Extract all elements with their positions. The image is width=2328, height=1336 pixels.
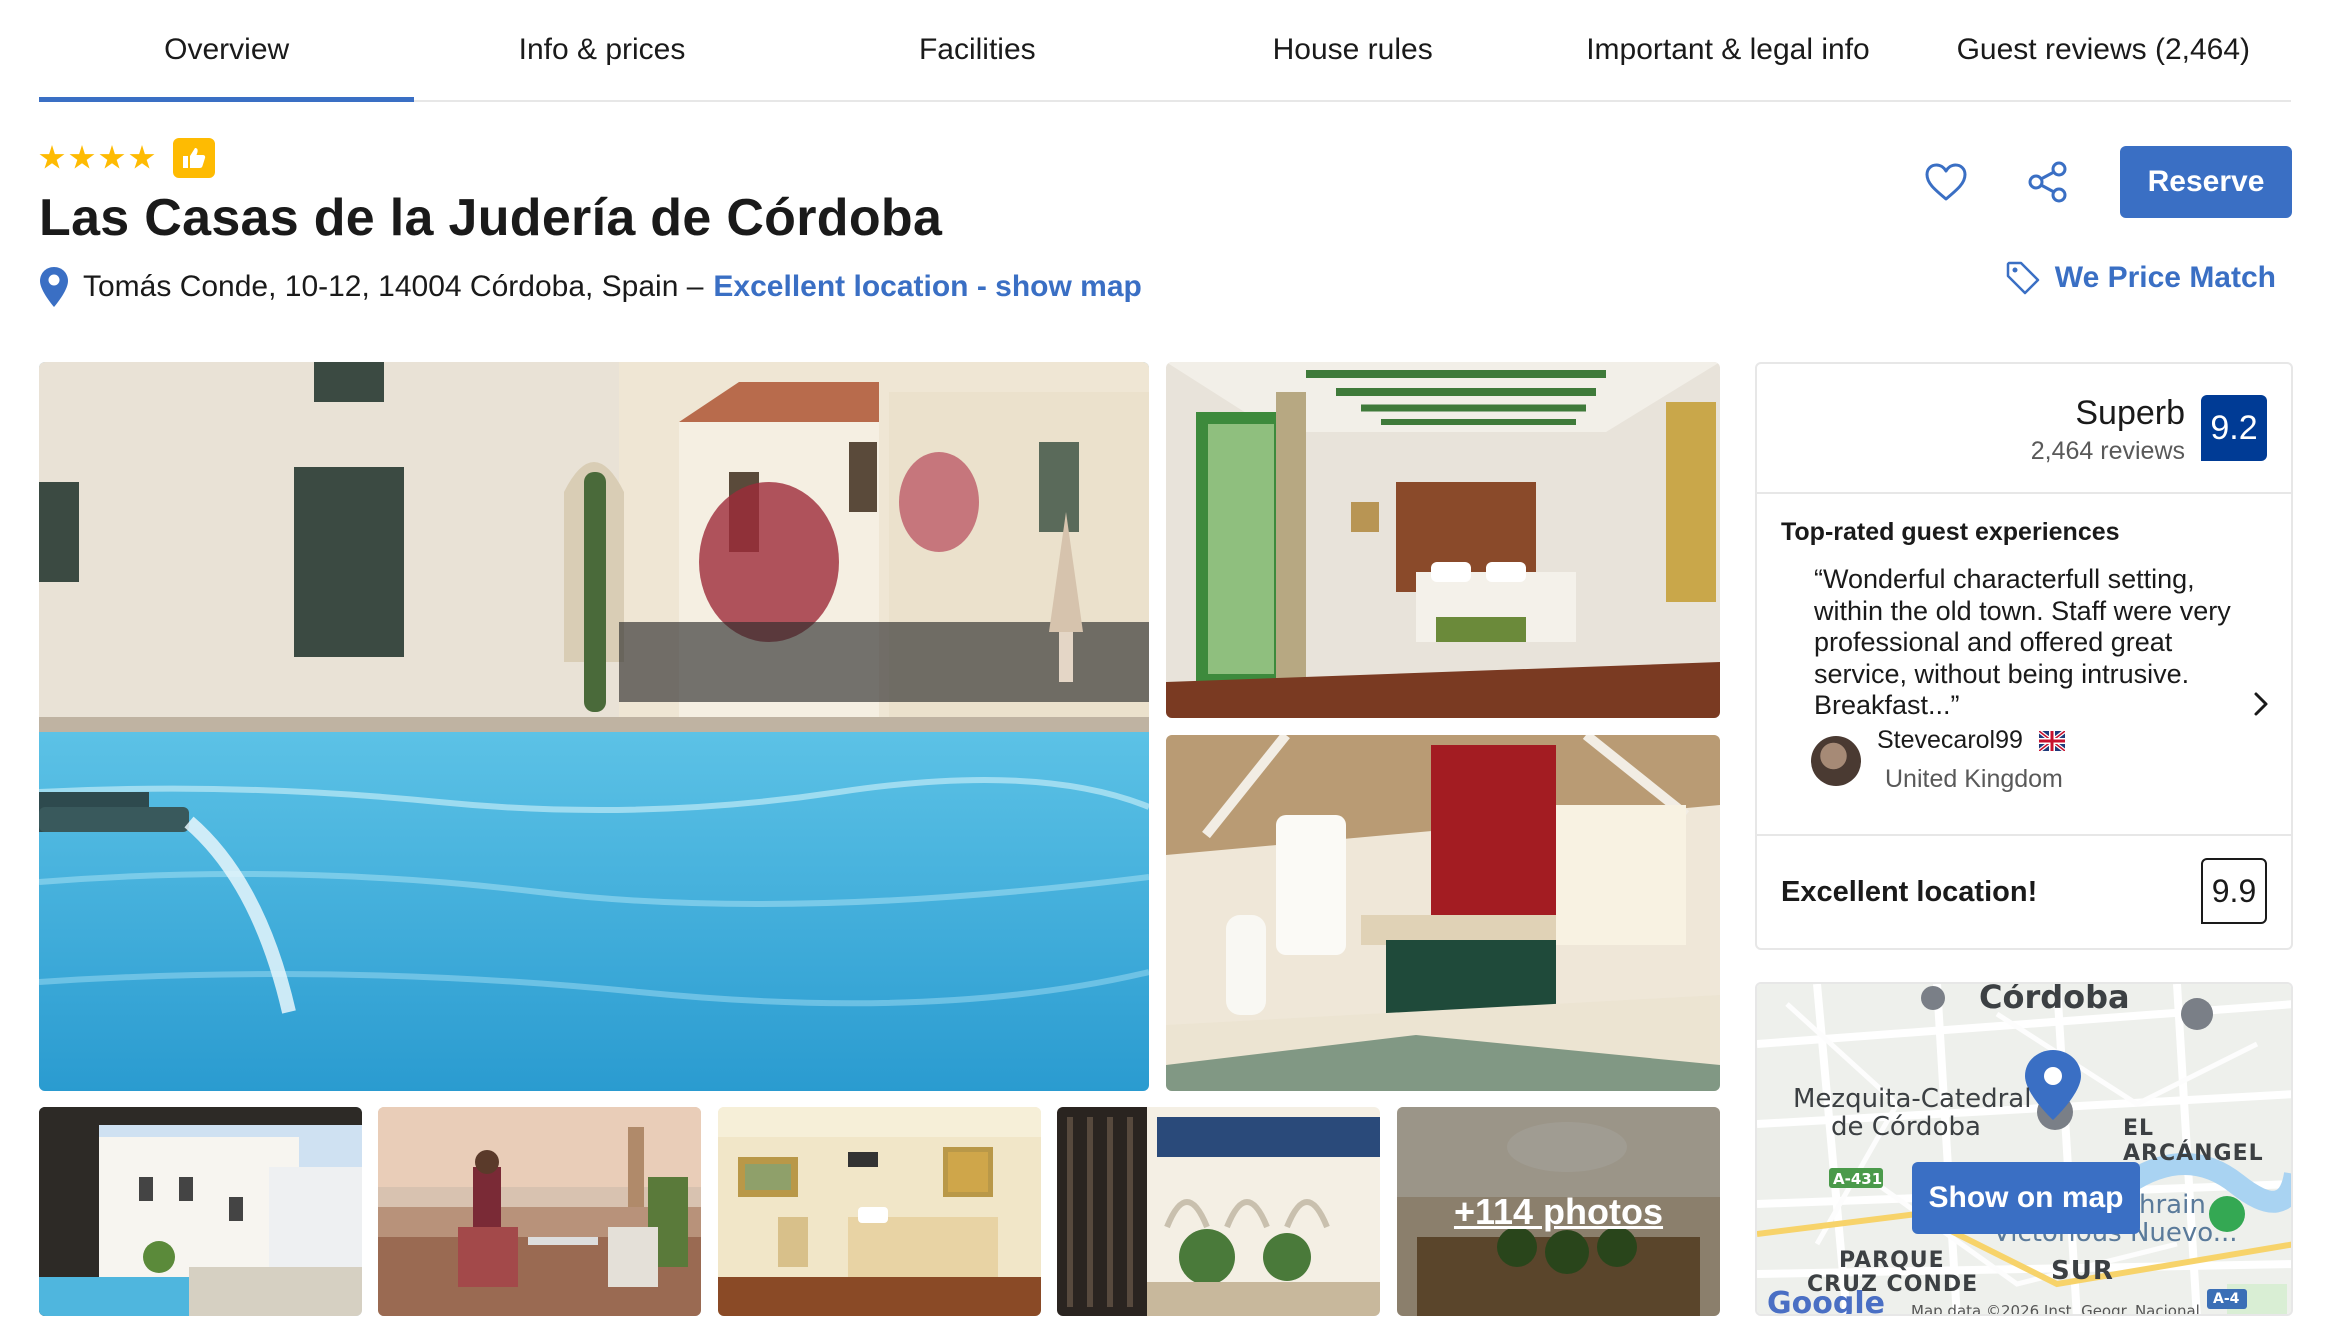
- tab-legal-info[interactable]: Important & legal info: [1540, 0, 1915, 100]
- header-actions: Reserve: [1916, 146, 2292, 218]
- tab-guest-reviews[interactable]: Guest reviews (2,464): [1916, 0, 2291, 100]
- avatar: [1811, 736, 1861, 786]
- address-row: Tomás Conde, 10-12, 14004 Córdoba, Spain…: [39, 266, 1142, 308]
- score-row[interactable]: Superb 2,464 reviews 9.2: [1757, 364, 2291, 494]
- hotel-address: Tomás Conde, 10-12, 14004 Córdoba, Spain…: [83, 270, 704, 303]
- more-photos-link[interactable]: +114 photos: [1397, 1107, 1720, 1316]
- reviewer: Stevecarol99 United Kingdom: [1811, 726, 2065, 794]
- tab-overview[interactable]: Overview: [39, 0, 415, 102]
- thumbs-up-icon[interactable]: [173, 138, 215, 178]
- location-score: 9.9: [2201, 858, 2267, 924]
- share-button[interactable]: [2018, 152, 2078, 212]
- map-attribution: Map data ©2026 Inst. Geogr. Nacional: [1911, 1302, 2200, 1316]
- map-city-label: Córdoba: [1979, 982, 2130, 1016]
- experiences-title: Top-rated guest experiences: [1781, 518, 2120, 546]
- show-on-map-button[interactable]: Show on map: [1912, 1162, 2140, 1234]
- tab-bar: Overview Info & prices Facilities House …: [39, 0, 2291, 102]
- share-icon: [2028, 161, 2067, 203]
- score-badge: 9.2: [2201, 395, 2267, 461]
- star-icon: [69, 145, 95, 169]
- guest-experiences: Top-rated guest experiences “Wonderful c…: [1757, 494, 2291, 836]
- price-tag-icon: [2006, 261, 2040, 295]
- save-button[interactable]: [1916, 152, 1976, 212]
- star-icon: [99, 145, 125, 169]
- location-pin-icon: [40, 267, 68, 307]
- location-score-row[interactable]: Excellent location! 9.9: [1757, 836, 2291, 948]
- heart-icon: [1925, 163, 1967, 201]
- map-district-label: PARQUE: [1839, 1248, 1945, 1273]
- thumb-photo-terrace[interactable]: [378, 1107, 701, 1316]
- thumb-photo-room[interactable]: [718, 1107, 1041, 1316]
- map-poi-label: de Córdoba: [1831, 1112, 1981, 1142]
- star-rating: [39, 138, 215, 178]
- map-poi-label: Mezquita-Catedral: [1793, 1084, 2032, 1114]
- photo-bedroom[interactable]: [1166, 362, 1720, 718]
- show-map-link[interactable]: Excellent location - show map: [713, 270, 1141, 304]
- reviewer-name: Stevecarol99: [1877, 726, 2023, 754]
- photo-bathroom[interactable]: [1166, 735, 1720, 1091]
- thumb-photo-more[interactable]: +114 photos: [1397, 1107, 1720, 1316]
- location-label: Excellent location!: [1781, 876, 2038, 908]
- price-match-link[interactable]: We Price Match: [2005, 260, 2276, 296]
- map-road-label: A-4: [2213, 1291, 2240, 1307]
- map-road-label: A-431: [1833, 1170, 1883, 1188]
- review-summary-panel: Superb 2,464 reviews 9.2 Top-rated guest…: [1755, 362, 2293, 950]
- hotel-name: Las Casas de la Judería de Córdoba: [39, 189, 943, 247]
- main-photo-pool[interactable]: [39, 362, 1149, 1091]
- map-preview[interactable]: Córdoba Mezquita-Catedral de Córdoba EL …: [1755, 982, 2293, 1316]
- review-quote: “Wonderful characterfull setting, within…: [1814, 564, 2231, 720]
- star-icon: [39, 145, 65, 169]
- map-poi-label: hrain: [2139, 1190, 2206, 1220]
- score-text: Superb 2,464 reviews: [2031, 394, 2185, 466]
- score-word: Superb: [2075, 394, 2185, 432]
- reserve-button[interactable]: Reserve: [2120, 146, 2292, 218]
- google-logo: Google: [1767, 1286, 1885, 1316]
- map-district-label: EL ARCÁNGEL: [2123, 1116, 2264, 1166]
- price-match-label: We Price Match: [2054, 261, 2276, 294]
- reviewer-country: United Kingdom: [1885, 765, 2063, 793]
- thumb-photo-patio[interactable]: [1057, 1107, 1380, 1316]
- map-district-label: SUR: [2051, 1256, 2114, 1286]
- tab-info-prices[interactable]: Info & prices: [414, 0, 789, 100]
- reviewer-name-row: Stevecarol99: [1877, 726, 2065, 755]
- review-count: 2,464 reviews: [2030, 437, 2185, 465]
- chevron-right-icon[interactable]: [2251, 690, 2271, 718]
- star-icon: [129, 145, 155, 169]
- thumb-photo-exterior[interactable]: [39, 1107, 362, 1316]
- tab-house-rules[interactable]: House rules: [1165, 0, 1540, 100]
- uk-flag-icon: [2038, 730, 2065, 751]
- tab-facilities[interactable]: Facilities: [790, 0, 1165, 100]
